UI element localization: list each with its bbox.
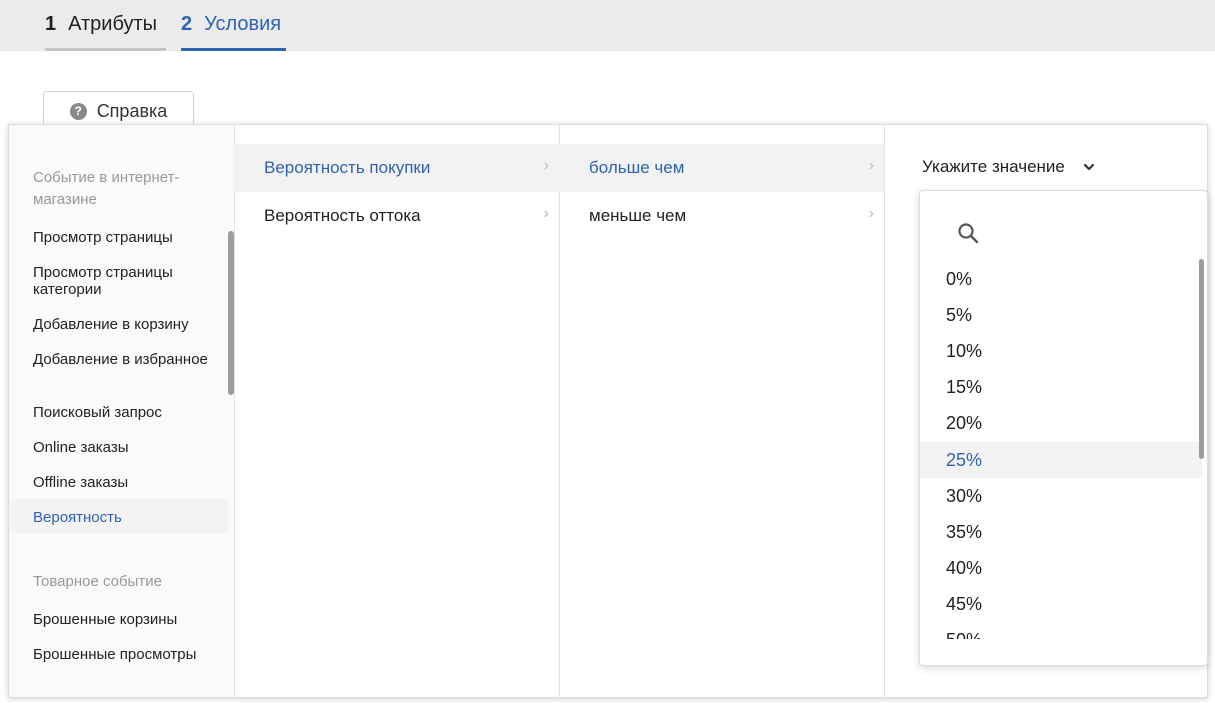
category-item[interactable]: Просмотр страницы категории — [33, 264, 218, 298]
tab-number: 1 — [45, 12, 57, 35]
tab-label: Условия — [204, 12, 282, 35]
attribute-label: Вероятность покупки — [264, 158, 431, 177]
option-item[interactable]: 20% — [920, 406, 1202, 442]
dropdown-scrollbar[interactable] — [1199, 259, 1204, 459]
category-item-active[interactable]: Вероятность — [33, 509, 218, 526]
attribute-label: Вероятность оттока — [264, 206, 421, 225]
attribute-row[interactable]: Вероятность оттока › — [234, 192, 559, 240]
category-item[interactable]: Добавление в корзину — [33, 316, 218, 333]
option-item[interactable]: 5% — [920, 297, 1202, 333]
option-item[interactable]: 15% — [920, 370, 1202, 406]
option-item[interactable]: 40% — [920, 551, 1202, 587]
group-label-online-store: Событие в интернет-магазине — [33, 169, 180, 208]
operator-row-active[interactable]: больше чем › — [559, 144, 884, 192]
operator-row[interactable]: меньше чем › — [559, 192, 884, 240]
category-item[interactable]: Поисковый запрос — [33, 404, 218, 421]
option-item[interactable]: 30% — [920, 478, 1202, 514]
tab-conditions[interactable]: 2 Условия — [181, 0, 286, 51]
category-item[interactable]: Брошенные корзины — [33, 611, 218, 628]
group-label-product-event: Товарное событие — [33, 573, 162, 590]
tab-attributes[interactable]: 1 Атрибуты — [45, 0, 166, 51]
option-list: 0% 5% 10% 15% 20% 25% 30% 35% 40% 45% 50… — [920, 261, 1202, 639]
tab-label: Атрибуты — [68, 12, 158, 35]
column-divider — [884, 125, 885, 697]
category-item[interactable]: Добавление в избранное — [33, 351, 218, 368]
attribute-row-active[interactable]: Вероятность покупки › — [234, 144, 559, 192]
operator-label: меньше чем — [589, 206, 687, 225]
option-item[interactable]: 10% — [920, 333, 1202, 369]
value-select-placeholder: Укажите значение — [922, 157, 1065, 176]
tab-number: 2 — [181, 12, 193, 35]
option-item[interactable]: 50% — [920, 623, 1202, 639]
search-icon[interactable] — [956, 221, 980, 245]
value-select-trigger[interactable]: Укажите значение — [922, 157, 1096, 177]
category-item[interactable]: Online заказы — [33, 439, 218, 456]
question-circle-icon: ? — [69, 102, 87, 120]
category-item[interactable]: Offline заказы — [33, 474, 218, 491]
help-label: Справка — [96, 100, 168, 121]
option-item[interactable]: 0% — [920, 261, 1202, 297]
category-column: Событие в интернет-магазине Просмотр стр… — [9, 125, 234, 697]
option-item-selected[interactable]: 25% — [920, 441, 1202, 479]
category-item[interactable]: Брошенные просмотры — [33, 646, 218, 663]
category-item[interactable]: Просмотр страницы — [33, 229, 218, 246]
option-item[interactable]: 45% — [920, 587, 1202, 623]
value-dropdown: 0% 5% 10% 15% 20% 25% 30% 35% 40% 45% 50… — [919, 190, 1208, 666]
chevron-right-icon: › — [868, 205, 874, 222]
option-item[interactable]: 35% — [920, 514, 1202, 550]
operator-label: больше чем — [589, 158, 685, 177]
top-bar: 1 Атрибуты 2 Условия — [0, 0, 1215, 51]
chevron-down-icon — [1083, 163, 1094, 171]
chevron-right-icon: › — [868, 157, 874, 174]
chevron-right-icon: › — [543, 205, 549, 222]
chevron-right-icon: › — [543, 157, 549, 174]
